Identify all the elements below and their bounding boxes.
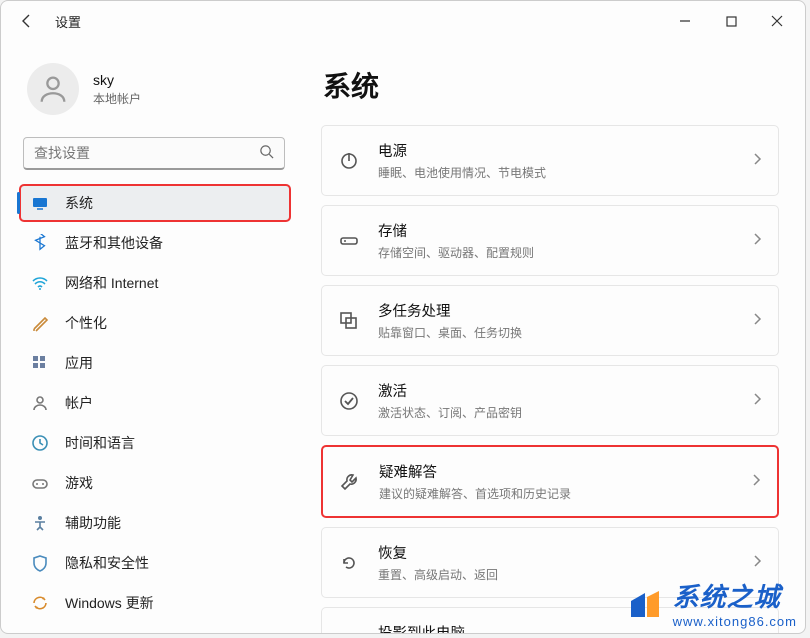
chevron-right-icon [752, 313, 762, 328]
minimize-button[interactable] [663, 5, 707, 37]
system-icon [31, 194, 49, 212]
gaming-icon [31, 474, 49, 492]
titlebar: 设置 [1, 1, 805, 41]
card-activation[interactable]: 激活激活状态、订阅、产品密钥 [321, 365, 779, 436]
chevron-right-icon [752, 555, 762, 570]
sidebar-item-label: 辅助功能 [65, 513, 121, 533]
sidebar-item-label: 隐私和安全性 [65, 553, 149, 573]
card-troubleshoot[interactable]: 疑难解答建议的疑难解答、首选项和历史记录 [321, 445, 779, 518]
card-multitask[interactable]: 多任务处理贴靠窗口、桌面、任务切换 [321, 285, 779, 356]
main-panel: 系统 电源睡眠、电池使用情况、节电模式存储存储空间、驱动器、配置规则多任务处理贴… [301, 41, 805, 633]
card-title: 激活 [378, 380, 734, 401]
chevron-right-icon [752, 233, 762, 248]
card-subtitle: 贴靠窗口、桌面、任务切换 [378, 324, 734, 341]
sidebar-item-label: 应用 [65, 353, 93, 373]
sidebar-item-label: 蓝牙和其他设备 [65, 233, 163, 253]
sidebar-item-label: 个性化 [65, 313, 107, 333]
sidebar-item-privacy[interactable]: 隐私和安全性 [19, 544, 291, 582]
card-subtitle: 存储空间、驱动器、配置规则 [378, 244, 734, 261]
search-icon [259, 144, 274, 162]
page-title: 系统 [323, 65, 779, 105]
sidebar-item-gaming[interactable]: 游戏 [19, 464, 291, 502]
sidebar-item-update[interactable]: Windows 更新 [19, 584, 291, 622]
maximize-icon [726, 16, 737, 27]
update-icon [31, 594, 49, 612]
sidebar: sky 本地帐户 系统蓝牙和其他设备网络和 Internet 个性化应用帐户时间和… [1, 41, 301, 633]
time-icon [31, 434, 49, 452]
card-title: 存储 [378, 220, 734, 241]
app-title: 设置 [55, 12, 81, 31]
card-recovery[interactable]: 恢复重置、高级启动、返回 [321, 527, 779, 598]
sidebar-item-accounts[interactable]: 帐户 [19, 384, 291, 422]
card-title: 电源 [378, 140, 734, 161]
minimize-icon [679, 15, 691, 27]
user-name: sky [93, 72, 141, 88]
avatar [27, 63, 79, 115]
card-subtitle: 睡眠、电池使用情况、节电模式 [378, 164, 734, 181]
card-subtitle: 建议的疑难解答、首选项和历史记录 [379, 485, 733, 502]
bluetooth-icon [31, 234, 49, 252]
card-storage[interactable]: 存储存储空间、驱动器、配置规则 [321, 205, 779, 276]
user-subtitle: 本地帐户 [93, 90, 141, 107]
user-block[interactable]: sky 本地帐户 [19, 49, 291, 133]
close-button[interactable] [755, 5, 799, 37]
apps-icon [31, 354, 49, 372]
sidebar-item-label: 帐户 [65, 393, 93, 413]
sidebar-item-label: Windows 更新 [65, 593, 154, 613]
card-subtitle: 重置、高级启动、返回 [378, 566, 734, 583]
close-icon [771, 15, 783, 27]
sidebar-item-time[interactable]: 时间和语言 [19, 424, 291, 462]
card-title: 恢复 [378, 542, 734, 563]
sidebar-item-accessibility[interactable]: 辅助功能 [19, 504, 291, 542]
search-box[interactable] [23, 137, 285, 170]
sidebar-item-label: 网络和 Internet [65, 273, 158, 293]
chevron-right-icon [752, 393, 762, 408]
power-icon [338, 150, 360, 172]
card-subtitle: 激活状态、订阅、产品密钥 [378, 404, 734, 421]
user-icon [36, 72, 70, 106]
sidebar-item-system[interactable]: 系统 [19, 184, 291, 222]
sidebar-item-label: 游戏 [65, 473, 93, 493]
chevron-right-icon [752, 153, 762, 168]
privacy-icon [31, 554, 49, 572]
search-input[interactable] [34, 145, 259, 161]
arrow-left-icon [19, 13, 35, 29]
project-icon [338, 632, 360, 634]
sidebar-item-bluetooth[interactable]: 蓝牙和其他设备 [19, 224, 291, 262]
sidebar-item-label: 时间和语言 [65, 433, 135, 453]
multitask-icon [338, 310, 360, 332]
card-project[interactable]: 投影到此电脑权限、配对 PIN、可发现性 [321, 607, 779, 633]
personalization-icon [31, 314, 49, 332]
maximize-button[interactable] [709, 5, 753, 37]
chevron-right-icon [751, 474, 761, 489]
accessibility-icon [31, 514, 49, 532]
storage-icon [338, 230, 360, 252]
recovery-icon [338, 552, 360, 574]
sidebar-item-network[interactable]: 网络和 Internet [19, 264, 291, 302]
card-title: 投影到此电脑 [378, 622, 734, 633]
activation-icon [338, 390, 360, 412]
back-button[interactable] [13, 7, 41, 35]
sidebar-item-personalization[interactable]: 个性化 [19, 304, 291, 342]
sidebar-item-label: 系统 [65, 193, 93, 213]
network-icon [31, 274, 49, 292]
card-title: 疑难解答 [379, 461, 733, 482]
card-title: 多任务处理 [378, 300, 734, 321]
card-power[interactable]: 电源睡眠、电池使用情况、节电模式 [321, 125, 779, 196]
troubleshoot-icon [339, 471, 361, 493]
sidebar-item-apps[interactable]: 应用 [19, 344, 291, 382]
nav-list: 系统蓝牙和其他设备网络和 Internet 个性化应用帐户时间和语言游戏辅助功能隐… [19, 184, 291, 622]
accounts-icon [31, 394, 49, 412]
